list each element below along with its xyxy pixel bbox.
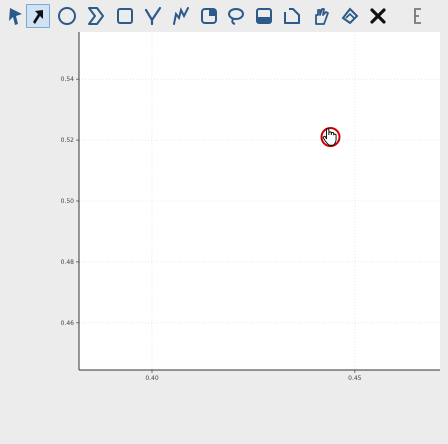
region-fill-icon: [201, 8, 217, 24]
toolbar: [0, 0, 448, 32]
freehand-icon: [173, 7, 189, 25]
y-tick-label: 0.54: [61, 76, 75, 83]
polygon-icon: [88, 7, 104, 25]
x-delete-icon: [370, 8, 386, 24]
delete-tool[interactable]: [366, 4, 390, 28]
arrow-cursor-icon: [9, 8, 22, 25]
freehand-tool[interactable]: [169, 4, 193, 28]
paint-bucket-icon: [341, 7, 359, 25]
polyline-tool[interactable]: [280, 4, 304, 28]
x-tick-label: 0.40: [145, 375, 159, 382]
plot-canvas[interactable]: 0.54 0.52 0.50 0.48 0.46 0.40 0.45: [0, 32, 448, 444]
x-tick-label: 0.45: [348, 375, 362, 382]
plot-svg[interactable]: 0.54 0.52 0.50 0.48 0.46 0.40 0.45: [0, 32, 448, 444]
polygon-tool[interactable]: [84, 4, 108, 28]
lasso-tool[interactable]: [224, 4, 248, 28]
y-tick-label: 0.48: [61, 259, 75, 266]
extra-tool[interactable]: [405, 4, 429, 28]
arrow-pointer-active-icon: [33, 10, 43, 24]
ellipse-tool[interactable]: [55, 4, 79, 28]
lasso-icon: [228, 8, 244, 25]
circle-icon: [58, 7, 76, 25]
checkmark-icon: [144, 6, 162, 26]
rectangle-tool[interactable]: [113, 4, 137, 28]
bracket-icon: [414, 8, 421, 24]
rectangle-icon: [117, 8, 133, 24]
region-tool[interactable]: [197, 4, 221, 28]
pan-tool[interactable]: [309, 4, 333, 28]
layer-fill-icon: [256, 8, 272, 24]
y-tick-label: 0.50: [61, 198, 75, 205]
polyline-icon: [284, 8, 300, 24]
y-tick-label: 0.46: [61, 320, 75, 327]
layer-tool[interactable]: [252, 4, 276, 28]
hand-icon: [315, 8, 329, 25]
pointer-tool[interactable]: [4, 4, 28, 28]
pointer-select-tool[interactable]: [26, 4, 50, 28]
check-tool[interactable]: [141, 4, 165, 28]
paint-tool[interactable]: [338, 4, 362, 28]
y-tick-label: 0.52: [61, 137, 75, 144]
